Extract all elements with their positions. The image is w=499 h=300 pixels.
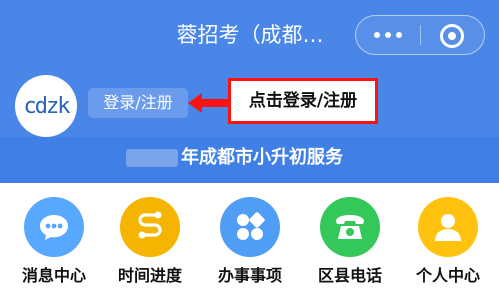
avatar-logo-text: cdzk <box>23 93 71 119</box>
menu-item-district-phone[interactable]: 区县电话 <box>305 191 395 286</box>
menu-item-affairs[interactable]: 办事事项 <box>205 191 295 286</box>
page-title: 蓉招考（成都… <box>176 23 324 47</box>
title-bar: 蓉招考（成都… <box>0 0 499 72</box>
quick-menu: 消息中心 时间进度 办事事项 区县电话 个人中心 <box>0 183 499 300</box>
blurred-year <box>126 149 178 167</box>
menu-item-message-center[interactable]: 消息中心 <box>9 191 99 286</box>
menu-item-personal-center[interactable]: 个人中心 <box>403 191 493 286</box>
callout-box: 点击登录/注册 <box>228 78 378 124</box>
service-banner: 年成都市小升初服务 <box>0 137 499 183</box>
more-options-icon[interactable] <box>374 32 402 38</box>
message-bubble-icon <box>24 197 84 257</box>
avatar[interactable]: cdzk <box>15 75 77 137</box>
menu-item-time-progress[interactable]: 时间进度 <box>105 191 195 286</box>
menu-label: 办事事项 <box>217 266 282 285</box>
menu-label: 个人中心 <box>415 266 480 285</box>
banner-title: 年成都市小升初服务 <box>181 147 343 168</box>
login-register-button[interactable]: 登录/注册 <box>88 88 188 118</box>
menu-label: 消息中心 <box>21 266 86 285</box>
menu-label: 时间进度 <box>117 266 182 285</box>
phone-icon <box>320 197 380 257</box>
user-icon <box>418 197 478 257</box>
close-target-icon[interactable] <box>440 24 464 48</box>
grid-icon <box>220 197 280 257</box>
menu-label: 区县电话 <box>317 266 382 285</box>
capsule-divider <box>420 25 421 45</box>
progress-icon <box>120 197 180 257</box>
top-header: 蓉招考（成都… cdzk 登录/注册 点击登录/注册 <box>0 0 499 137</box>
mini-program-capsule[interactable] <box>355 15 485 55</box>
